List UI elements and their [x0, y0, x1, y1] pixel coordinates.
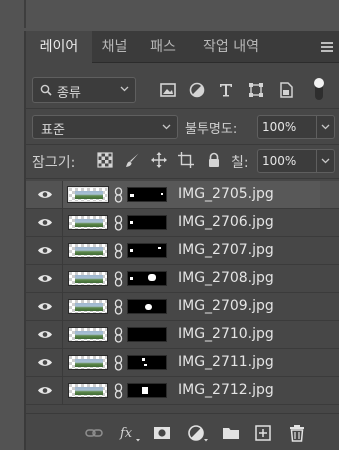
eye-visibility-icon[interactable] — [37, 385, 53, 396]
layer-name[interactable]: IMG_2709.jpg — [178, 298, 274, 314]
layers-footer-toolbar: fx — [26, 413, 339, 450]
layer-thumbnail[interactable] — [68, 243, 108, 258]
layer-row[interactable]: IMG_2706.jpg — [26, 209, 339, 237]
link-chain-icon[interactable] — [114, 327, 123, 343]
link-layers-icon[interactable] — [85, 424, 103, 442]
lock-image-pixels-icon[interactable] — [124, 152, 140, 168]
shape-layer-filter-icon[interactable] — [247, 81, 265, 99]
blend-mode-value: 표준 — [41, 123, 65, 138]
layer-thumbnail[interactable] — [68, 271, 108, 286]
smart-object-filter-icon[interactable] — [277, 81, 295, 99]
tab-channels[interactable]: 채널 — [92, 31, 137, 63]
layer-thumbnail[interactable] — [68, 299, 108, 314]
search-icon — [40, 84, 52, 96]
adjustment-layer-filter-icon[interactable] — [188, 81, 206, 99]
fx-layer-style-icon[interactable]: fx — [119, 424, 141, 442]
fill-label: 칠: — [231, 155, 249, 171]
layer-mask-thumbnail[interactable] — [127, 243, 167, 258]
layer-row[interactable]: IMG_2712.jpg — [26, 377, 339, 405]
add-mask-icon[interactable] — [153, 424, 171, 442]
svg-text:fx: fx — [119, 426, 133, 441]
eye-visibility-icon[interactable] — [37, 301, 53, 312]
eye-visibility-icon[interactable] — [37, 329, 53, 340]
eye-visibility-icon[interactable] — [37, 357, 53, 368]
layer-mask-thumbnail[interactable] — [127, 355, 167, 370]
opacity-value: 100% — [262, 120, 297, 134]
layer-row[interactable]: IMG_2711.jpg — [26, 349, 339, 377]
filter-kind-select[interactable]: 종류 — [32, 77, 136, 103]
chevron-down-icon — [162, 124, 171, 130]
adjustment-layer-icon[interactable] — [187, 424, 209, 442]
fill-input[interactable]: 100% — [257, 149, 317, 173]
layer-name[interactable]: IMG_2711.jpg — [178, 354, 274, 370]
filter-kind-label: 종류 — [57, 86, 81, 101]
layer-name[interactable]: IMG_2712.jpg — [178, 382, 274, 398]
chevron-down-icon — [321, 158, 330, 164]
eye-visibility-icon[interactable] — [37, 273, 53, 284]
filter-toggle-icon[interactable] — [312, 76, 326, 102]
fill-dropdown-button[interactable] — [317, 149, 335, 173]
link-chain-icon[interactable] — [114, 299, 123, 315]
link-chain-icon[interactable] — [114, 355, 123, 371]
layer-name[interactable]: IMG_2707.jpg — [178, 242, 274, 258]
layer-name[interactable]: IMG_2708.jpg — [178, 270, 274, 286]
layer-mask-thumbnail[interactable] — [127, 271, 167, 286]
divider — [26, 108, 339, 109]
new-layer-icon[interactable] — [254, 424, 272, 442]
layer-mask-thumbnail[interactable] — [127, 327, 167, 342]
layer-thumbnail[interactable] — [68, 355, 108, 370]
layer-mask-thumbnail[interactable] — [127, 383, 167, 398]
link-chain-icon[interactable] — [114, 271, 123, 287]
opacity-dropdown-button[interactable] — [317, 115, 335, 139]
layers-panel: 레이어 채널 패스 작업 내역 종류 표준 불투명도: 100% 잠그기: 칠:… — [24, 31, 339, 450]
pixel-layer-filter-icon[interactable] — [159, 81, 177, 99]
tab-history[interactable]: 작업 내역 — [189, 31, 273, 63]
eye-visibility-icon[interactable] — [37, 217, 53, 228]
tab-paths[interactable]: 패스 — [137, 31, 189, 63]
link-chain-icon[interactable] — [114, 243, 123, 259]
layer-name[interactable]: IMG_2706.jpg — [178, 214, 274, 230]
layer-thumbnail[interactable] — [68, 327, 108, 342]
layer-thumbnail[interactable] — [67, 186, 109, 203]
layer-row[interactable]: IMG_2710.jpg — [26, 321, 339, 349]
opacity-input[interactable]: 100% — [257, 115, 317, 139]
panel-menu-icon[interactable] — [321, 42, 333, 52]
link-chain-icon[interactable] — [114, 383, 123, 399]
layer-mask-thumbnail[interactable] — [127, 187, 167, 202]
lock-position-icon[interactable] — [151, 152, 167, 168]
layer-mask-thumbnail[interactable] — [127, 299, 167, 314]
layer-row[interactable]: IMG_2708.jpg — [26, 265, 339, 293]
chevron-down-icon — [321, 124, 330, 130]
layer-row[interactable]: IMG_2707.jpg — [26, 237, 339, 265]
type-layer-filter-icon[interactable] — [217, 81, 235, 99]
layer-mask-thumbnail[interactable] — [127, 215, 167, 230]
panel-tab-bar: 레이어 채널 패스 작업 내역 — [26, 31, 339, 64]
top-strip — [0, 0, 339, 28]
divider — [26, 178, 339, 179]
blend-mode-select[interactable]: 표준 — [32, 115, 178, 139]
fill-value: 100% — [262, 154, 297, 168]
layer-row[interactable]: IMG_2705.jpg — [26, 181, 339, 209]
layer-thumbnail[interactable] — [68, 383, 108, 398]
lock-artboard-icon[interactable] — [178, 152, 194, 168]
new-group-folder-icon[interactable] — [222, 424, 240, 442]
layer-row[interactable]: IMG_2709.jpg — [26, 293, 339, 321]
divider — [26, 144, 339, 145]
chevron-down-icon — [120, 86, 129, 92]
layer-name[interactable]: IMG_2710.jpg — [178, 326, 274, 342]
layer-thumbnail[interactable] — [68, 215, 108, 230]
link-chain-icon[interactable] — [114, 187, 123, 203]
lock-all-icon[interactable] — [206, 152, 222, 168]
opacity-label: 불투명도: — [185, 122, 238, 137]
lock-label: 잠그기: — [32, 155, 76, 171]
trash-icon[interactable] — [288, 424, 306, 442]
layer-name[interactable]: IMG_2705.jpg — [178, 186, 274, 202]
tab-layers[interactable]: 레이어 — [26, 31, 92, 64]
eye-visibility-icon[interactable] — [37, 245, 53, 256]
link-chain-icon[interactable] — [114, 215, 123, 231]
lock-transparent-pixels-icon[interactable] — [97, 152, 113, 168]
eye-visibility-icon[interactable] — [37, 189, 53, 200]
